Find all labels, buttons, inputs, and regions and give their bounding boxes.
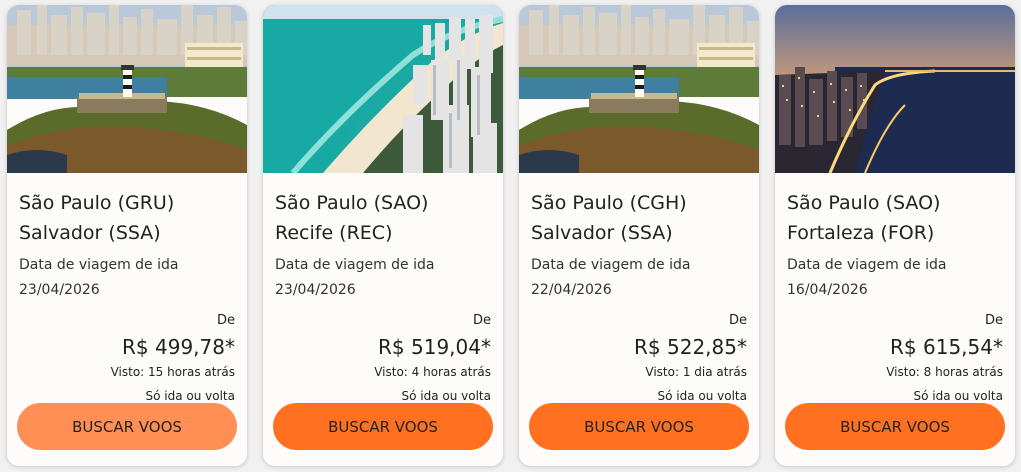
trip-type: Só ida ou volta [145, 389, 236, 403]
travel-date: 23/04/2026 [19, 282, 100, 298]
recife-beach-photo [263, 5, 503, 173]
price-prefix: De [728, 313, 747, 328]
date-label: Data de viagem de ida [19, 257, 179, 273]
seen-time: Visto: 8 horas atrás [886, 365, 1003, 379]
trip-type: Só ida ou volta [913, 389, 1004, 403]
destination-city: Fortaleza (FOR) [787, 222, 935, 244]
destination-city: Recife (REC) [275, 222, 393, 244]
price-prefix: De [472, 313, 491, 328]
price: R$ 499,78* [122, 335, 235, 359]
price: R$ 615,54* [890, 335, 1003, 359]
travel-date: 16/04/2026 [787, 282, 868, 298]
price: R$ 522,85* [634, 335, 747, 359]
date-label: Data de viagem de ida [787, 257, 947, 273]
destination-city: Salvador (SSA) [19, 222, 161, 244]
search-flights-button[interactable]: BUSCAR VOOS [785, 403, 1005, 450]
travel-date: 22/04/2026 [531, 282, 612, 298]
destination-city: Salvador (SSA) [531, 222, 673, 244]
seen-time: Visto: 1 dia atrás [645, 365, 747, 379]
origin-city: São Paulo (SAO) [787, 192, 941, 214]
travel-date: 23/04/2026 [275, 282, 356, 298]
flight-card[interactable]: São Paulo (SAO) Recife (REC) Data de via… [263, 5, 503, 466]
fortaleza-night-photo [775, 5, 1015, 173]
origin-city: São Paulo (GRU) [19, 192, 175, 214]
date-label: Data de viagem de ida [531, 257, 691, 273]
trip-type: Só ida ou volta [401, 389, 492, 403]
flight-card[interactable]: São Paulo (CGH) Salvador (SSA) Data de v… [519, 5, 759, 466]
date-label: Data de viagem de ida [275, 257, 435, 273]
price: R$ 519,04* [378, 335, 491, 359]
flight-card[interactable]: São Paulo (GRU) Salvador (SSA) Data de v… [7, 5, 247, 466]
salvador-lighthouse-photo [7, 5, 247, 173]
origin-city: São Paulo (CGH) [531, 192, 687, 214]
price-prefix: De [984, 313, 1003, 328]
flight-deals-row: São Paulo (GRU) Salvador (SSA) Data de v… [0, 0, 1021, 472]
search-flights-button[interactable]: BUSCAR VOOS [273, 403, 493, 450]
price-prefix: De [216, 313, 235, 328]
seen-time: Visto: 4 horas atrás [374, 365, 491, 379]
salvador-lighthouse-photo [519, 5, 759, 173]
origin-city: São Paulo (SAO) [275, 192, 429, 214]
flight-card[interactable]: São Paulo (SAO) Fortaleza (FOR) Data de … [775, 5, 1015, 466]
search-flights-button[interactable]: BUSCAR VOOS [529, 403, 749, 450]
trip-type: Só ida ou volta [657, 389, 748, 403]
search-flights-button[interactable]: BUSCAR VOOS [17, 403, 237, 450]
seen-time: Visto: 15 horas atrás [110, 365, 235, 379]
